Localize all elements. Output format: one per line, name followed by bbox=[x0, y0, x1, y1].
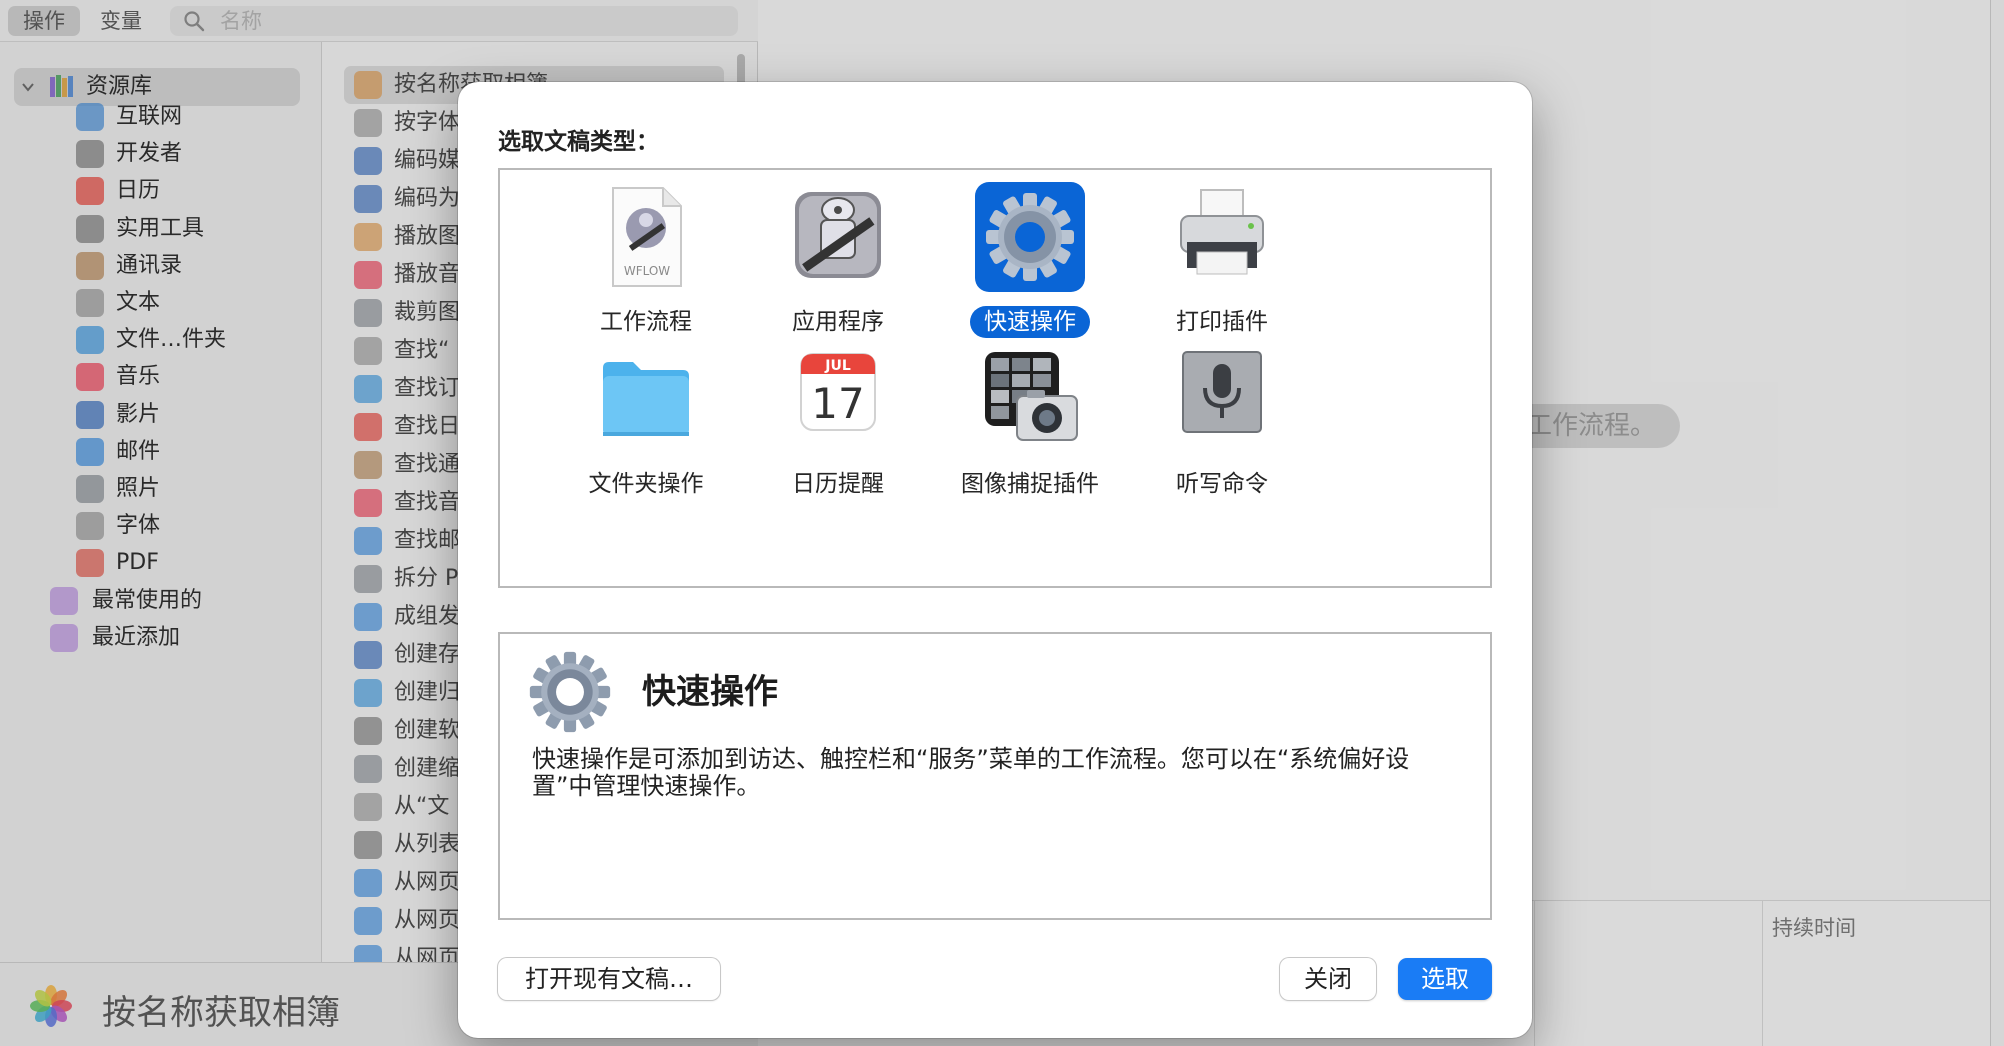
type-label: 图像捕捉插件 bbox=[961, 471, 1099, 497]
gear-icon bbox=[975, 182, 1085, 292]
microphone-icon bbox=[1182, 351, 1262, 433]
description-title: 快速操作 bbox=[642, 672, 778, 712]
type-label: 工作流程 bbox=[600, 309, 692, 335]
type-label: 听写命令 bbox=[1176, 471, 1268, 497]
choose-button[interactable]: 选取 bbox=[1398, 958, 1492, 1000]
type-label: 打印插件 bbox=[1176, 309, 1268, 335]
calendar-alarm-icon: JUL 17 bbox=[800, 353, 876, 431]
type-quick-action[interactable]: 快速操作 bbox=[930, 182, 1130, 362]
wflow-badge: WFLOW bbox=[624, 264, 670, 278]
type-image-capture-plugin[interactable]: 图像捕捉插件 bbox=[930, 344, 1130, 524]
type-application[interactable]: 应用程序 bbox=[738, 182, 938, 362]
close-button[interactable]: 关闭 bbox=[1280, 958, 1376, 1000]
choose-document-type-dialog: 选取文稿类型： WFLOW 工作流程 应用程序 快速操作 打印插件 文件夹操作 … bbox=[458, 82, 1532, 1038]
document-type-grid: WFLOW 工作流程 应用程序 快速操作 打印插件 文件夹操作 JUL 17 日… bbox=[498, 168, 1492, 588]
type-calendar-alarm[interactable]: JUL 17 日历提醒 bbox=[738, 344, 938, 524]
automator-app-icon bbox=[795, 192, 881, 278]
gear-icon bbox=[529, 651, 611, 733]
open-existing-document-button[interactable]: 打开现有文稿… bbox=[498, 958, 720, 1000]
description-box: 快速操作 快速操作是可添加到访达、触控栏和“服务”菜单的工作流程。您可以在“系统… bbox=[498, 632, 1492, 920]
workflow-document-icon: WFLOW bbox=[612, 187, 682, 287]
type-workflow[interactable]: WFLOW 工作流程 bbox=[546, 182, 746, 362]
type-label: 快速操作 bbox=[970, 306, 1090, 338]
type-folder-action[interactable]: 文件夹操作 bbox=[546, 344, 746, 524]
type-dictation-command[interactable]: 听写命令 bbox=[1122, 344, 1322, 524]
folder-icon bbox=[603, 362, 689, 436]
type-label: 文件夹操作 bbox=[588, 471, 704, 497]
calendar-day: 17 bbox=[811, 379, 864, 428]
type-print-plugin[interactable]: 打印插件 bbox=[1122, 182, 1322, 362]
image-capture-icon bbox=[985, 352, 1078, 441]
type-label: 应用程序 bbox=[792, 309, 884, 335]
dialog-title: 选取文稿类型： bbox=[498, 129, 659, 155]
description-text: 快速操作是可添加到访达、触控栏和“服务”菜单的工作流程。您可以在“系统偏好设置”… bbox=[532, 745, 1410, 800]
printer-icon bbox=[1180, 189, 1264, 275]
type-label: 日历提醒 bbox=[792, 471, 884, 497]
calendar-month: JUL bbox=[824, 358, 851, 374]
